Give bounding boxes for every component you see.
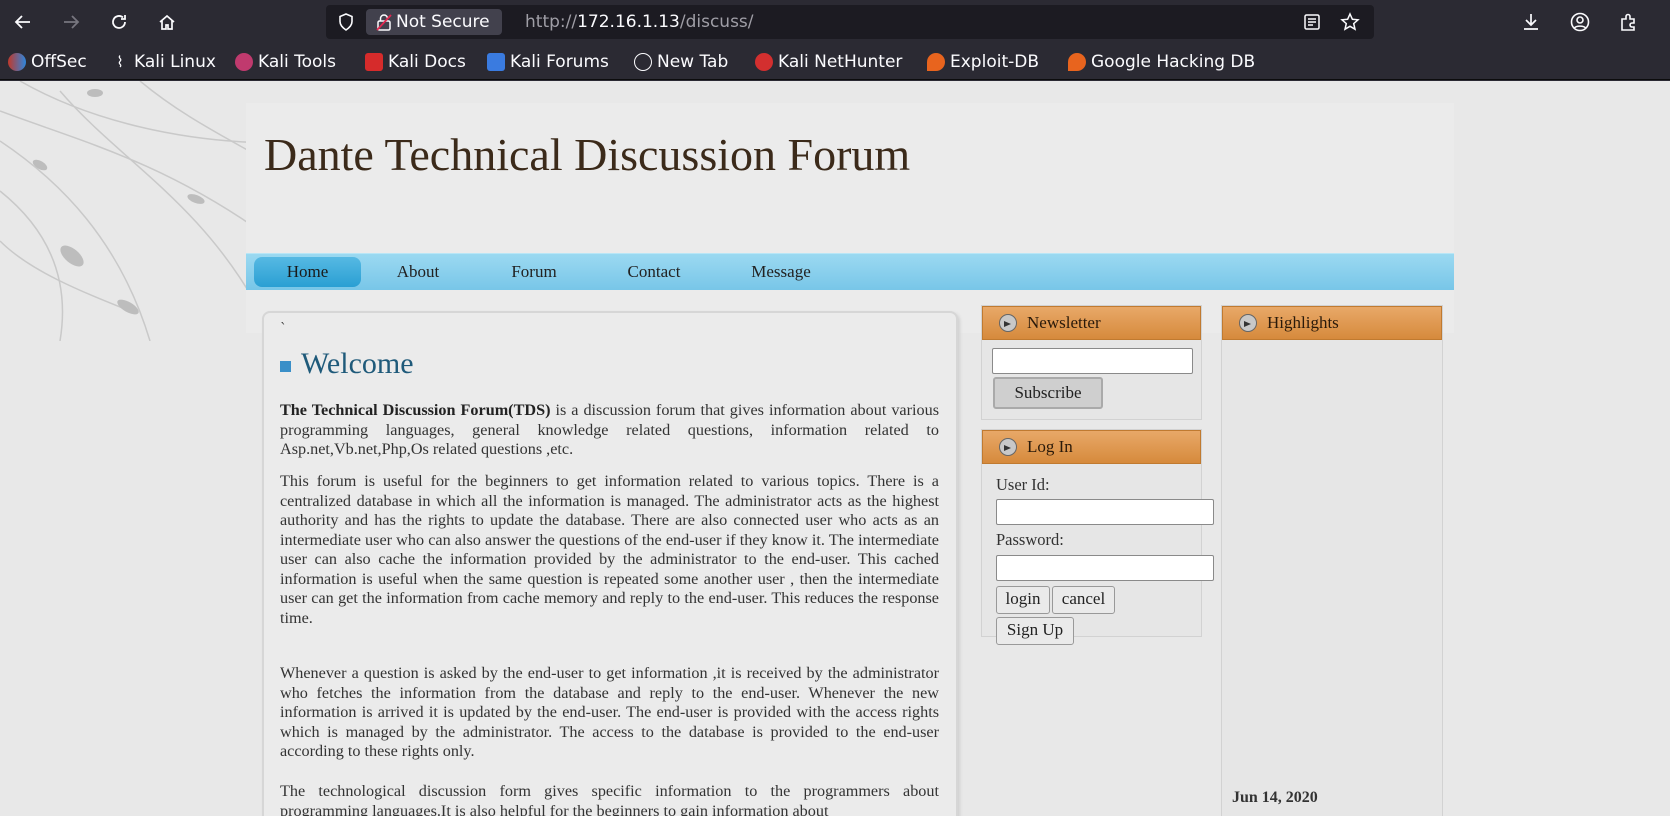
kali-forums-icon [487, 53, 505, 71]
highlight-date: Jun 14, 2020 [1232, 789, 1318, 806]
ghdb-icon [1068, 53, 1086, 71]
offsec-icon [8, 53, 26, 71]
arrow-circle-icon [1239, 314, 1257, 332]
kali-tools-icon [235, 53, 253, 71]
user-id-label: User Id: [996, 475, 1050, 494]
not-secure-label: Not Secure [396, 12, 490, 32]
account-icon[interactable] [1569, 11, 1591, 33]
extensions-icon[interactable] [1617, 11, 1639, 33]
bookmark-exploit-db[interactable]: Exploit-DB [927, 51, 1039, 73]
bookmark-kali-linux[interactable]: ⌇ Kali Linux [111, 51, 216, 73]
stray-character: ` [280, 321, 287, 337]
subscribe-button[interactable]: Subscribe [993, 377, 1103, 409]
kali-docs-icon [365, 53, 383, 71]
url-bar[interactable]: Not Secure http://172.16.1.13/discuss/ [326, 5, 1374, 39]
login-button[interactable]: login [996, 586, 1050, 614]
site-title: Dante Technical Discussion Forum [264, 129, 911, 180]
paragraph-2: This forum is useful for the beginners t… [280, 472, 939, 627]
newsletter-email-input[interactable] [992, 348, 1193, 374]
login-header: Log In [982, 430, 1201, 464]
arrow-circle-icon [999, 314, 1017, 332]
home-icon[interactable] [152, 8, 182, 36]
browser-toolbar: Not Secure http://172.16.1.13/discuss/ [0, 0, 1670, 44]
bookmark-star-icon[interactable] [1340, 12, 1360, 32]
intro-bold: The Technical Discussion Forum(TDS) [280, 401, 551, 419]
main-menu: Home About Forum Contact Message [246, 253, 1454, 290]
password-input[interactable] [996, 555, 1214, 581]
not-secure-badge[interactable]: Not Secure [366, 9, 502, 35]
welcome-heading: Welcome [280, 347, 414, 381]
forward-icon[interactable] [56, 8, 86, 36]
bullet-square-icon [280, 360, 291, 372]
highlights-box: Highlights [1221, 305, 1443, 816]
reload-icon[interactable] [104, 8, 134, 36]
paragraph-4: The technological discussion form gives … [280, 782, 939, 816]
downloads-icon[interactable] [1520, 11, 1542, 33]
paragraph-3: Whenever a question is asked by the end-… [280, 664, 939, 760]
bookmark-new-tab[interactable]: New Tab [634, 51, 728, 73]
shield-icon[interactable] [336, 12, 356, 32]
bookmarks-bar: OffSec ⌇ Kali Linux Kali Tools Kali Docs … [0, 44, 1670, 80]
welcome-text: Welcome [301, 347, 414, 380]
intro-paragraph: The Technical Discussion Forum(TDS) is a… [280, 401, 939, 460]
user-id-input[interactable] [996, 499, 1214, 525]
kali-dragon-icon: ⌇ [116, 53, 124, 71]
bookmark-google-hacking-db[interactable]: Google Hacking DB [1068, 51, 1255, 73]
menu-contact[interactable]: Contact [611, 257, 697, 287]
sign-up-button[interactable]: Sign Up [996, 617, 1074, 645]
menu-forum[interactable]: Forum [496, 257, 572, 287]
bookmark-offsec[interactable]: OffSec [8, 51, 87, 73]
broken-lock-icon [376, 14, 392, 31]
nethunter-icon [755, 53, 773, 71]
highlights-header: Highlights [1222, 306, 1442, 340]
menu-about[interactable]: About [382, 257, 454, 287]
exploit-db-icon [927, 53, 945, 71]
web-page: Dante Technical Discussion Forum Home Ab… [0, 81, 1670, 816]
bookmark-kali-forums[interactable]: Kali Forums [487, 51, 609, 73]
newsletter-header: Newsletter [982, 306, 1201, 340]
url-text[interactable]: http://172.16.1.13/discuss/ [525, 5, 754, 39]
bookmark-kali-nethunter[interactable]: Kali NetHunter [755, 51, 902, 73]
arrow-circle-icon [999, 438, 1017, 456]
bookmark-kali-docs[interactable]: Kali Docs [365, 51, 466, 73]
globe-icon [634, 53, 652, 71]
cancel-button[interactable]: cancel [1052, 586, 1115, 614]
back-icon[interactable] [8, 8, 38, 36]
menu-message[interactable]: Message [734, 257, 828, 287]
password-label: Password: [996, 530, 1064, 549]
menu-home[interactable]: Home [254, 257, 361, 287]
reader-view-icon[interactable] [1302, 12, 1322, 32]
bookmark-kali-tools[interactable]: Kali Tools [235, 51, 336, 73]
